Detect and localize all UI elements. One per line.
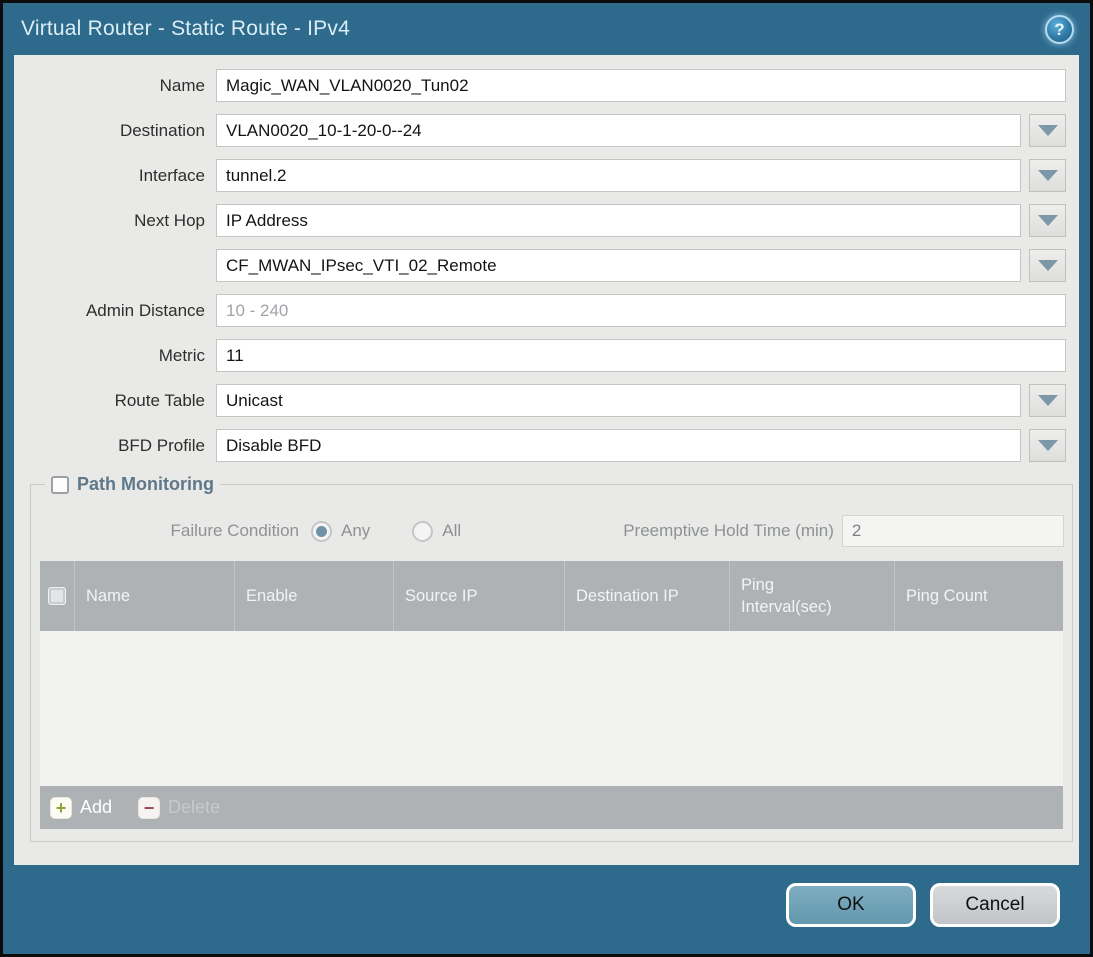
column-header-destination-ip: Destination IP (564, 561, 729, 631)
radio-any-label: Any (341, 521, 370, 541)
next-hop-label: Next Hop (14, 211, 216, 231)
admin-distance-input[interactable] (216, 294, 1066, 327)
dialog-content: Name Destination Interface Next Hop (14, 55, 1079, 865)
metric-row: Metric (14, 339, 1066, 372)
column-header-enable: Enable (234, 561, 393, 631)
metric-input[interactable] (216, 339, 1066, 372)
bfd-profile-dropdown-button[interactable] (1029, 429, 1066, 462)
failure-condition-row: Failure Condition Any All Preemptive Hol… (39, 515, 1064, 547)
route-table-label: Route Table (14, 391, 216, 411)
path-monitoring-section: Path Monitoring Failure Condition Any Al… (30, 474, 1073, 842)
table-header: Name Enable Source IP Destination IP Pin… (40, 561, 1063, 631)
admin-distance-label: Admin Distance (14, 301, 216, 321)
chevron-down-icon (1038, 260, 1058, 271)
delete-button: − Delete (138, 797, 220, 819)
admin-distance-row: Admin Distance (14, 294, 1066, 327)
chevron-down-icon (1038, 440, 1058, 451)
failure-condition-all-option: All (412, 521, 461, 542)
name-input[interactable] (216, 69, 1066, 102)
interface-row: Interface (14, 159, 1066, 192)
column-header-source-ip: Source IP (393, 561, 564, 631)
dialog-title: Virtual Router - Static Route - IPv4 (21, 17, 350, 41)
destination-row: Destination (14, 114, 1066, 147)
select-all-checkbox (48, 587, 66, 605)
next-hop-type-input[interactable] (216, 204, 1021, 237)
bfd-profile-input[interactable] (216, 429, 1021, 462)
interface-label: Interface (14, 166, 216, 186)
radio-any (311, 521, 332, 542)
next-hop-address-dropdown-button[interactable] (1029, 249, 1066, 282)
select-all-cell (40, 561, 74, 631)
radio-all-label: All (442, 521, 461, 541)
column-header-ping-interval: Ping Interval(sec) (729, 561, 894, 631)
help-icon[interactable]: ? (1045, 15, 1074, 44)
plus-icon: + (50, 797, 72, 819)
destination-dropdown-button[interactable] (1029, 114, 1066, 147)
bfd-profile-row: BFD Profile (14, 429, 1066, 462)
failure-condition-label: Failure Condition (39, 521, 311, 541)
route-table-input[interactable] (216, 384, 1021, 417)
chevron-down-icon (1038, 125, 1058, 136)
table-toolbar: + Add − Delete (40, 786, 1063, 829)
route-table-row: Route Table (14, 384, 1066, 417)
add-button-label: Add (80, 797, 112, 818)
chevron-down-icon (1038, 170, 1058, 181)
metric-label: Metric (14, 346, 216, 366)
interface-input[interactable] (216, 159, 1021, 192)
name-label: Name (14, 76, 216, 96)
path-monitoring-table: Name Enable Source IP Destination IP Pin… (40, 561, 1063, 829)
dialog-footer: OK Cancel (3, 865, 1090, 954)
chevron-down-icon (1038, 215, 1058, 226)
add-button[interactable]: + Add (50, 797, 112, 819)
route-table-dropdown-button[interactable] (1029, 384, 1066, 417)
ok-button[interactable]: OK (786, 883, 916, 927)
table-body-empty (40, 631, 1063, 786)
path-monitoring-checkbox[interactable] (51, 476, 69, 494)
minus-icon: − (138, 797, 160, 819)
preemptive-hold-time-input (842, 515, 1064, 547)
destination-input[interactable] (216, 114, 1021, 147)
next-hop-type-dropdown-button[interactable] (1029, 204, 1066, 237)
title-bar: Virtual Router - Static Route - IPv4 ? (3, 3, 1090, 55)
static-route-dialog: Virtual Router - Static Route - IPv4 ? N… (0, 0, 1093, 957)
name-row: Name (14, 69, 1066, 102)
radio-all (412, 521, 433, 542)
path-monitoring-title: Path Monitoring (77, 474, 214, 495)
interface-dropdown-button[interactable] (1029, 159, 1066, 192)
cancel-button[interactable]: Cancel (930, 883, 1060, 927)
destination-label: Destination (14, 121, 216, 141)
next-hop-address-row (14, 249, 1066, 282)
column-header-name: Name (74, 561, 234, 631)
bfd-profile-label: BFD Profile (14, 436, 216, 456)
delete-button-label: Delete (168, 797, 220, 818)
chevron-down-icon (1038, 395, 1058, 406)
next-hop-row: Next Hop (14, 204, 1066, 237)
path-monitoring-legend: Path Monitoring (45, 474, 220, 495)
failure-condition-any-option: Any (311, 521, 370, 542)
next-hop-address-input[interactable] (216, 249, 1021, 282)
column-header-ping-count: Ping Count (894, 561, 1063, 631)
preemptive-hold-time-label: Preemptive Hold Time (min) (623, 521, 834, 541)
